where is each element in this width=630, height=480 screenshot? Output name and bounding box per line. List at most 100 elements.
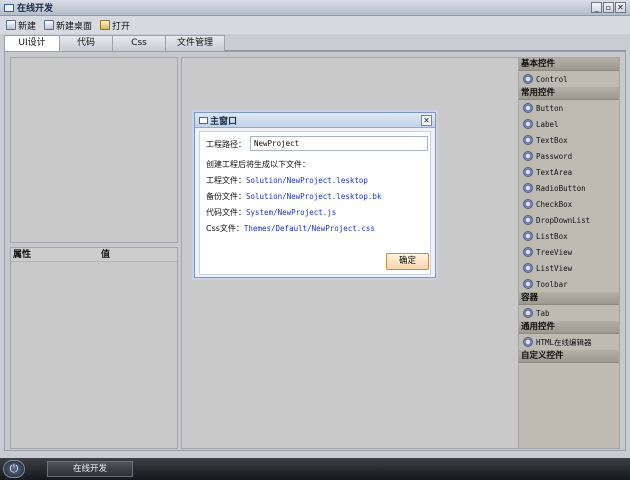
taskbar: ⏻ 在线开发 bbox=[0, 458, 630, 480]
window-titlebar: 在线开发 _ ▫ ✕ bbox=[0, 0, 630, 16]
dialog-title: 主窗口 bbox=[210, 116, 238, 127]
control-item[interactable]: TextArea bbox=[519, 164, 619, 180]
main-window-dialog: 主窗口 ✕ 工程路径： NewProject 创建工程后将生成以下文件： 工程文… bbox=[194, 112, 436, 278]
new-desktop-icon bbox=[44, 20, 55, 30]
gear-icon bbox=[523, 135, 533, 145]
backup-file-row: 备份文件：Solution/NewProject.lesktop.bk bbox=[206, 191, 381, 202]
code-file-label: 代码文件： bbox=[206, 208, 246, 217]
control-label: TextArea bbox=[536, 167, 573, 177]
gear-icon bbox=[523, 231, 533, 241]
close-button[interactable]: ✕ bbox=[615, 2, 626, 13]
control-item[interactable]: Tab bbox=[519, 305, 619, 321]
control-item[interactable]: HTML在线编辑器 bbox=[519, 334, 619, 350]
gear-icon bbox=[523, 199, 533, 209]
control-item[interactable]: CheckBox bbox=[519, 196, 619, 212]
property-header: 属性 值 bbox=[11, 248, 177, 262]
control-label: Password bbox=[536, 151, 573, 161]
gear-icon bbox=[523, 247, 533, 257]
gear-icon bbox=[523, 151, 533, 161]
window-icon bbox=[4, 3, 14, 12]
css-file-row: Css文件：Themes/Default/NewProject.css bbox=[206, 223, 375, 234]
category-container[interactable]: 容器 bbox=[519, 292, 619, 305]
control-label: TreeView bbox=[536, 247, 573, 257]
open-button[interactable]: 打开 bbox=[100, 19, 130, 32]
css-file-label: Css文件： bbox=[206, 224, 244, 233]
toolbar: 新建 新建桌面 打开 bbox=[0, 16, 630, 34]
tab-ui-design[interactable]: UI设计 bbox=[4, 35, 60, 52]
taskbar-item[interactable]: 在线开发 bbox=[47, 461, 133, 477]
gear-icon bbox=[523, 279, 533, 289]
new-button-label: 新建 bbox=[18, 21, 37, 32]
control-label: Control bbox=[536, 74, 568, 84]
property-panel: 属性 值 bbox=[10, 247, 178, 449]
control-label: DropDownList bbox=[536, 215, 591, 225]
new-desktop-label: 新建桌面 bbox=[56, 21, 93, 32]
gear-icon bbox=[523, 119, 533, 129]
control-item[interactable]: TextBox bbox=[519, 132, 619, 148]
control-item[interactable]: Button bbox=[519, 100, 619, 116]
tab-bar: UI设计 代码 Css 文件管理 bbox=[4, 35, 626, 52]
project-file-value: Solution/NewProject.lesktop bbox=[246, 176, 368, 185]
window-title: 在线开发 bbox=[17, 4, 54, 14]
gear-icon bbox=[523, 263, 533, 273]
outline-panel bbox=[10, 57, 178, 243]
category-common[interactable]: 常用控件 bbox=[519, 87, 619, 100]
gear-icon bbox=[523, 308, 533, 318]
backup-file-value: Solution/NewProject.lesktop.bk bbox=[246, 192, 382, 201]
control-label: ListBox bbox=[536, 231, 568, 241]
category-basic[interactable]: 基本控件 bbox=[519, 58, 619, 71]
close-icon[interactable]: ✕ bbox=[421, 115, 432, 126]
control-label: Button bbox=[536, 103, 564, 113]
tab-css[interactable]: Css bbox=[112, 35, 166, 51]
gear-icon bbox=[523, 337, 533, 347]
project-file-label: 工程文件： bbox=[206, 176, 246, 185]
control-item[interactable]: ListView bbox=[519, 260, 619, 276]
control-label: ListView bbox=[536, 263, 573, 273]
control-item[interactable]: Control bbox=[519, 71, 619, 87]
control-item[interactable]: Label bbox=[519, 116, 619, 132]
gear-icon bbox=[523, 183, 533, 193]
restore-button[interactable]: ▫ bbox=[603, 2, 614, 13]
css-file-value: Themes/Default/NewProject.css bbox=[243, 224, 375, 233]
control-label: TextBox bbox=[536, 135, 568, 145]
window-controls: _ ▫ ✕ bbox=[591, 2, 626, 13]
info-text: 创建工程后将生成以下文件： bbox=[206, 160, 310, 169]
category-custom[interactable]: 自定义控件 bbox=[519, 350, 619, 363]
control-item[interactable]: TreeView bbox=[519, 244, 619, 260]
control-label: Label bbox=[536, 119, 559, 129]
control-label: Tab bbox=[536, 308, 550, 318]
control-label: CheckBox bbox=[536, 199, 573, 209]
tab-code[interactable]: 代码 bbox=[59, 35, 113, 51]
code-file-row: 代码文件：System/NewProject.js bbox=[206, 207, 336, 218]
ok-button[interactable]: 确定 bbox=[386, 253, 429, 270]
property-column-header: 属性 bbox=[13, 250, 32, 260]
minimize-button[interactable]: _ bbox=[591, 2, 602, 13]
path-label: 工程路径： bbox=[206, 140, 246, 149]
window-icon bbox=[199, 116, 208, 124]
new-file-icon bbox=[6, 20, 16, 30]
project-file-row: 工程文件：Solution/NewProject.lesktop bbox=[206, 175, 368, 186]
code-file-value: System/NewProject.js bbox=[246, 208, 337, 217]
open-button-label: 打开 bbox=[112, 21, 131, 32]
backup-file-label: 备份文件： bbox=[206, 192, 246, 201]
power-icon[interactable]: ⏻ bbox=[3, 460, 25, 478]
control-item[interactable]: Toolbar bbox=[519, 276, 619, 292]
gear-icon bbox=[523, 215, 533, 225]
gear-icon bbox=[523, 74, 533, 84]
category-general[interactable]: 通用控件 bbox=[519, 321, 619, 334]
new-desktop-button[interactable]: 新建桌面 bbox=[44, 19, 92, 32]
control-item[interactable]: DropDownList bbox=[519, 212, 619, 228]
new-button[interactable]: 新建 bbox=[6, 19, 36, 32]
control-label: RadioButton bbox=[536, 183, 586, 193]
gear-icon bbox=[523, 167, 533, 177]
tab-file-manager[interactable]: 文件管理 bbox=[165, 35, 225, 51]
control-item[interactable]: ListBox bbox=[519, 228, 619, 244]
control-item[interactable]: Password bbox=[519, 148, 619, 164]
control-label: HTML在线编辑器 bbox=[536, 337, 592, 347]
control-item[interactable]: RadioButton bbox=[519, 180, 619, 196]
dialog-titlebar[interactable]: 主窗口 bbox=[195, 113, 435, 128]
control-label: Toolbar bbox=[536, 279, 568, 289]
gear-icon bbox=[523, 103, 533, 113]
project-path-input[interactable]: NewProject bbox=[250, 136, 428, 151]
controls-palette: 基本控件 Control 常用控件 Button Label TextBox P… bbox=[518, 57, 620, 449]
